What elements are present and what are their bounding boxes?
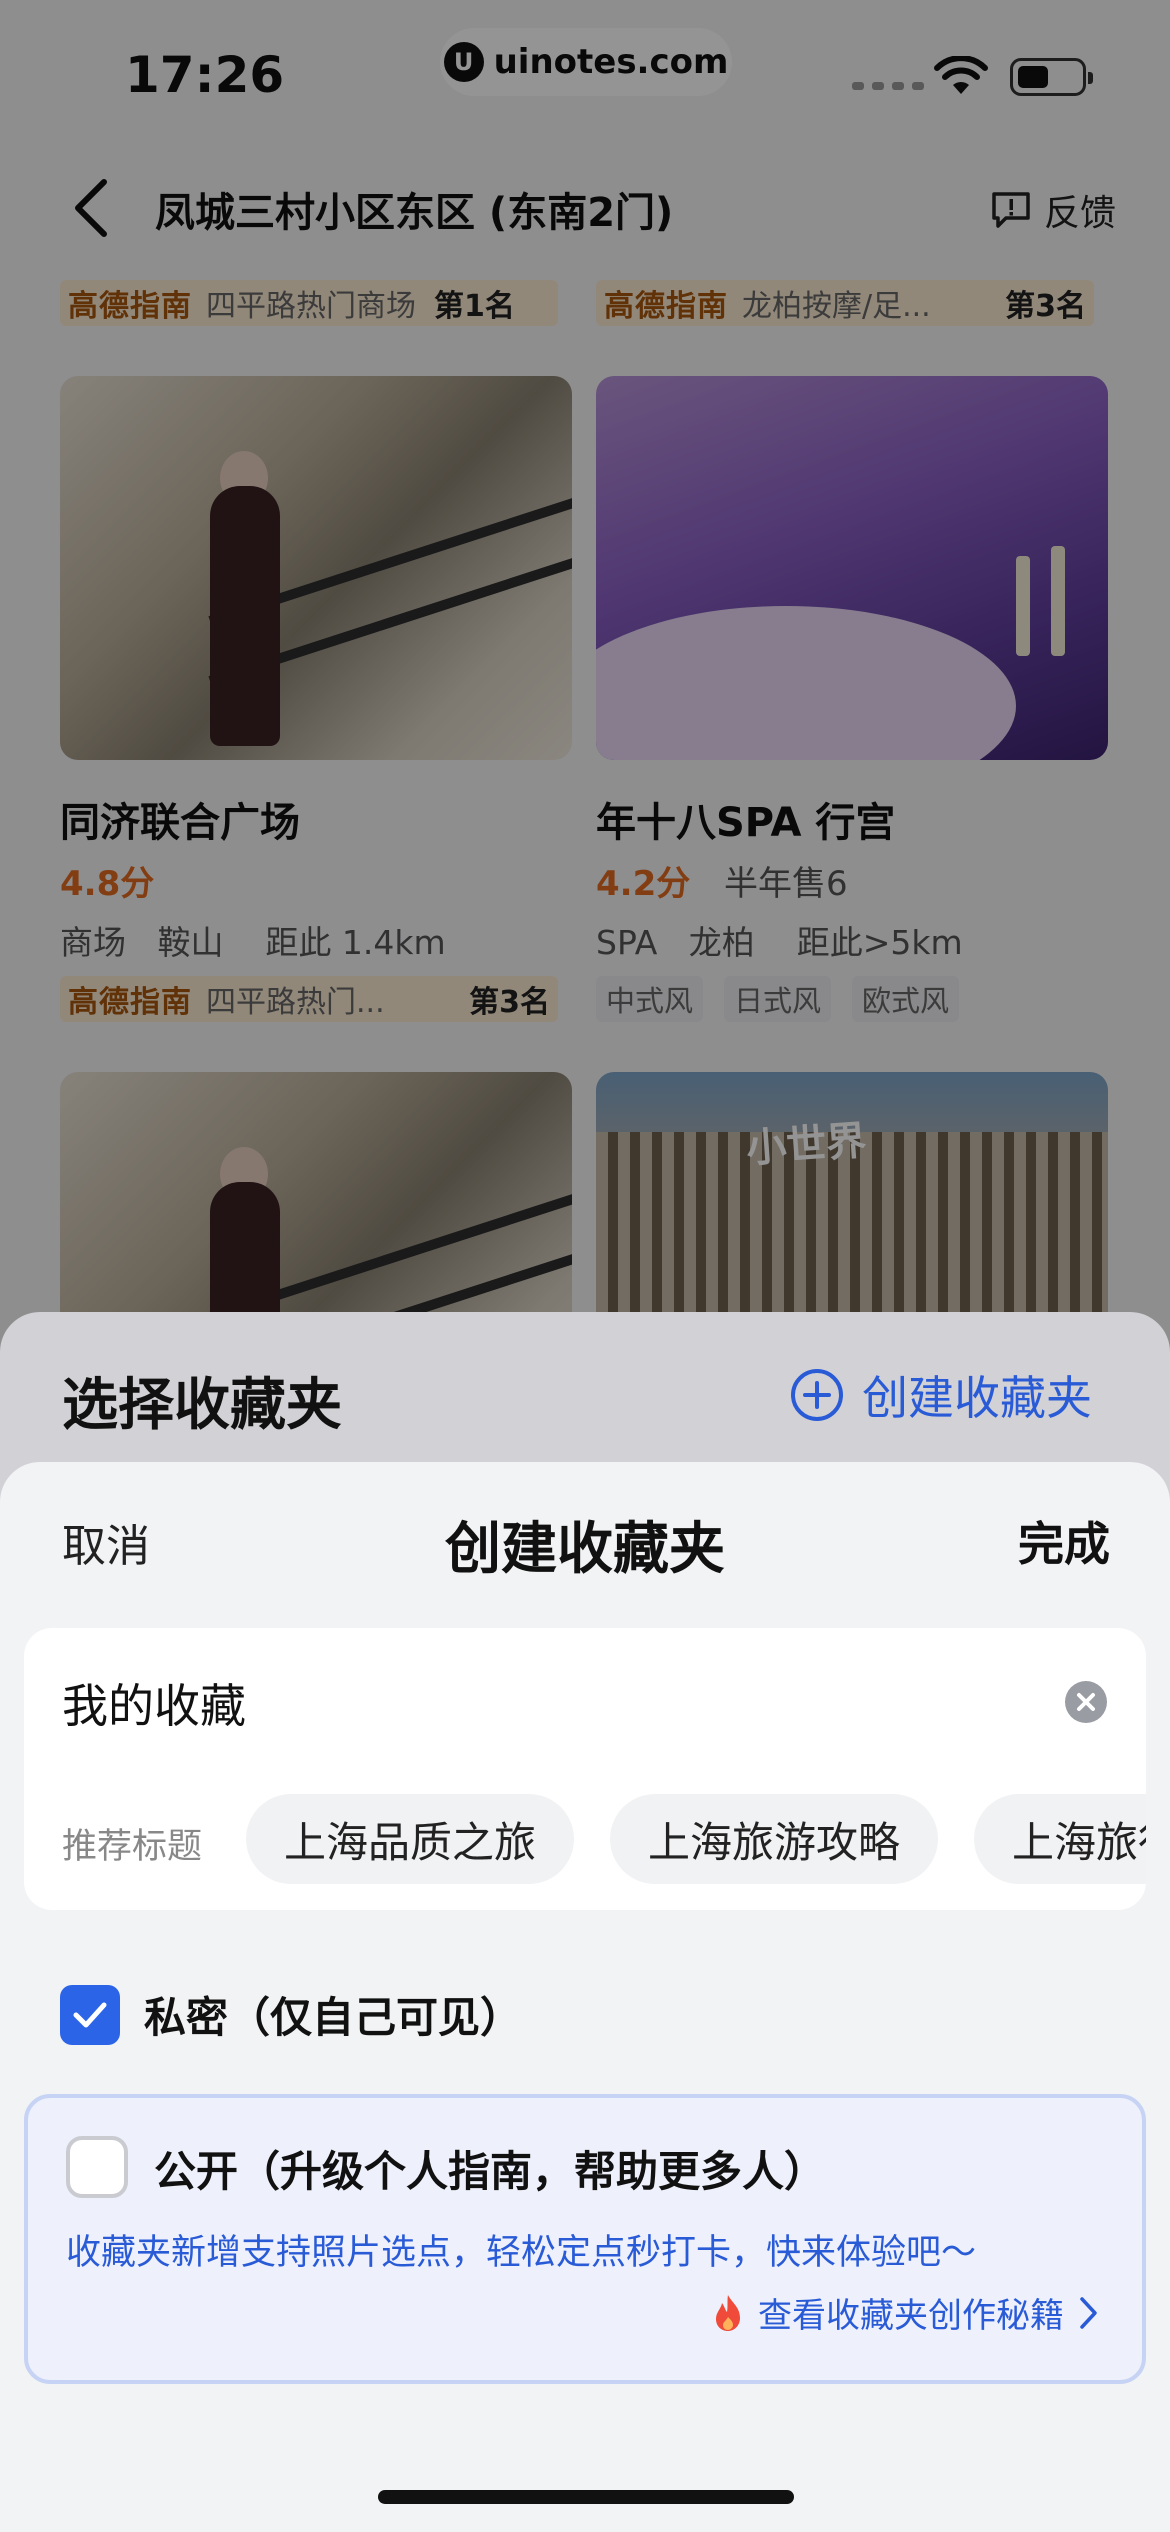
suggestion-chip[interactable]: 上海品质之旅 xyxy=(246,1794,575,1884)
fire-icon xyxy=(716,2294,740,2331)
suggest-label: 推荐标题 xyxy=(62,1827,203,1867)
public-option-card[interactable]: 公开（升级个人指南，帮助更多人） 收藏夹新增支持照片选点，轻松定点秒打卡，快来体… xyxy=(24,2094,1146,2384)
cancel-button[interactable]: 取消 xyxy=(62,1510,150,1574)
done-button[interactable]: 完成 xyxy=(1018,1508,1110,1574)
checkmark-icon xyxy=(73,2002,107,2027)
private-option[interactable]: 私密（仅自己可见） xyxy=(60,1984,522,2045)
public-checkbox[interactable] xyxy=(66,2136,128,2198)
private-checkbox[interactable] xyxy=(60,1984,120,2045)
creation-tips-link[interactable]: 查看收藏夹创作秘籍 xyxy=(710,2288,1100,2337)
folder-name-card: 推荐标题 上海品质之旅 上海旅游攻略 上海旅行 xyxy=(24,1628,1146,1910)
suggestion-chips: 上海品质之旅 上海旅游攻略 上海旅行 xyxy=(246,1794,1146,1884)
suggestion-chip[interactable]: 上海旅行 xyxy=(974,1794,1146,1884)
folder-name-input[interactable] xyxy=(62,1668,1022,1738)
create-folder-sheet: 取消 创建收藏夹 完成 推荐标题 上海品质之旅 上海旅游攻略 上海旅行 私密（仅… xyxy=(0,1462,1170,2532)
plus-circle-icon xyxy=(791,1369,843,1421)
chevron-right-icon xyxy=(1080,2296,1097,2329)
sheet-title: 创建收藏夹 xyxy=(445,1517,725,1582)
create-folder-label: 创建收藏夹 xyxy=(862,1371,1092,1425)
creation-tips-label: 查看收藏夹创作秘籍 xyxy=(758,2296,1064,2336)
public-tip: 收藏夹新增支持照片选点，轻松定点秒打卡，快来体验吧～ xyxy=(66,2233,977,2273)
clear-icon[interactable] xyxy=(1064,1680,1108,1724)
private-label: 私密（仅自己可见） xyxy=(144,1993,523,2042)
public-label: 公开（升级个人指南，帮助更多人） xyxy=(154,2147,827,2196)
suggestion-chip[interactable]: 上海旅游攻略 xyxy=(610,1794,939,1884)
create-folder-button[interactable]: 创建收藏夹 xyxy=(790,1362,1092,1428)
home-indicator[interactable] xyxy=(378,2490,794,2504)
select-folder-title: 选择收藏夹 xyxy=(62,1373,342,1438)
